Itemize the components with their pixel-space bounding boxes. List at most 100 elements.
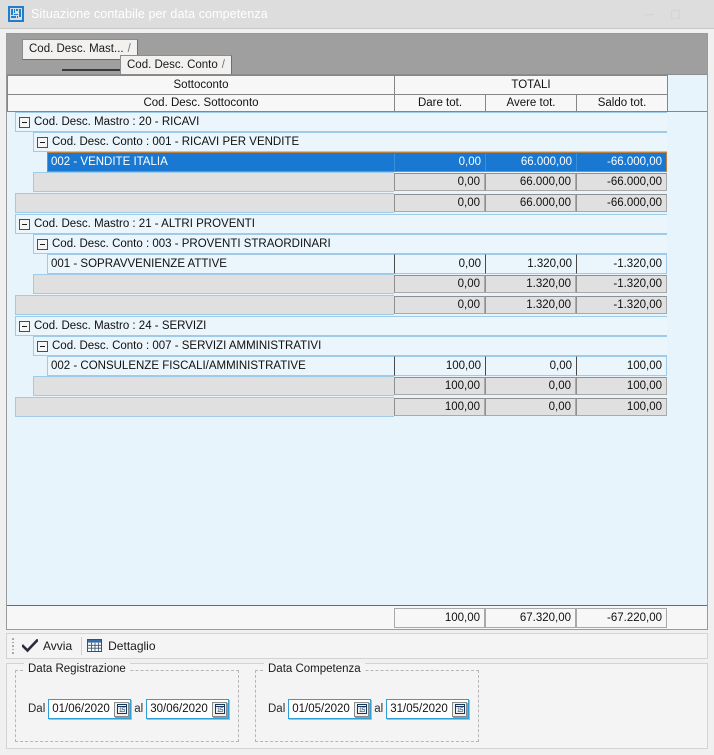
toolbar-grip[interactable] — [9, 638, 16, 654]
group-label-conto[interactable]: Cod. Desc. Conto : 001 - RICAVI PER VEND… — [33, 132, 667, 152]
row-avere: 1.320,00 — [485, 254, 576, 274]
group-label-conto-text: Cod. Desc. Conto : 003 - PROVENTI STRAOR… — [52, 238, 331, 250]
subtotal-filler — [33, 172, 394, 192]
subtotal-filler — [15, 193, 394, 213]
competenza-to-label: al — [374, 703, 384, 715]
calendar-icon[interactable]: 15 — [452, 701, 468, 717]
row-label: 002 - CONSULENZE FISCALI/AMMINISTRATIVE — [47, 356, 394, 376]
subtotal-conto-saldo: 100,00 — [576, 377, 667, 395]
group-row-conto[interactable]: Cod. Desc. Conto : 003 - PROVENTI STRAOR… — [7, 234, 707, 254]
table-row[interactable]: 002 - CONSULENZE FISCALI/AMMINISTRATIVE 1… — [7, 356, 707, 376]
window-title: Situazione contabile per data competenza — [31, 7, 268, 21]
grid-icon — [87, 639, 103, 652]
avvia-button[interactable]: Avvia — [19, 635, 79, 657]
calendar-icon[interactable]: 15 — [354, 701, 370, 717]
row-saldo: -1.320,00 — [576, 254, 667, 274]
column-header-dare-tot[interactable]: Dare tot. — [394, 94, 486, 112]
dettaglio-button[interactable]: Dettaglio — [84, 635, 162, 657]
competenza-to-input[interactable]: 31/05/2020 15 — [386, 699, 470, 719]
group-row-conto[interactable]: Cod. Desc. Conto : 007 - SERVIZI AMMINIS… — [7, 336, 707, 356]
group-indent — [7, 336, 33, 356]
column-header-sottoconto[interactable]: Sottoconto — [7, 75, 395, 95]
calendar-icon[interactable]: 15 — [212, 701, 228, 717]
registrazione-from-label: Dal — [28, 703, 46, 715]
calendar-icon[interactable]: 15 — [114, 701, 130, 717]
registrazione-to-input[interactable]: 30/06/2020 15 — [146, 699, 230, 719]
column-header-saldo-tot[interactable]: Saldo tot. — [576, 94, 668, 112]
column-header-totali[interactable]: TOTALI — [394, 75, 668, 95]
grid-header-filler — [668, 75, 707, 112]
group-label-mastro[interactable]: Cod. Desc. Mastro : 24 - SERVIZI — [15, 316, 667, 336]
data-competenza-legend: Data Competenza — [264, 663, 365, 675]
data-grid[interactable]: Sottoconto TOTALI Cod. Desc. Sottoconto … — [7, 74, 707, 629]
group-row-conto[interactable]: Cod. Desc. Conto : 001 - RICAVI PER VEND… — [7, 132, 707, 152]
row-label: 002 - VENDITE ITALIA — [47, 152, 394, 172]
grid-header: Sottoconto TOTALI Cod. Desc. Sottoconto … — [7, 75, 707, 112]
data-competenza-group: Data Competenza Dal 01/05/2020 15 al 31/… — [255, 663, 479, 742]
group-label-mastro-text: Cod. Desc. Mastro : 24 - SERVIZI — [34, 320, 207, 332]
subtotal-mastro-dare: 0,00 — [394, 296, 485, 314]
row-dare: 0,00 — [394, 254, 485, 274]
subtotal-conto-avere: 1.320,00 — [485, 275, 576, 293]
row-dare: 100,00 — [394, 356, 485, 376]
subtotal-mastro-saldo: 100,00 — [576, 398, 667, 416]
collapse-icon[interactable] — [37, 238, 48, 250]
column-header-cod-desc-sottoconto[interactable]: Cod. Desc. Sottoconto — [7, 94, 395, 112]
subtotal-conto-dare: 0,00 — [394, 275, 485, 293]
subtotal-conto-avere: 0,00 — [485, 377, 576, 395]
grid-rows[interactable]: Cod. Desc. Mastro : 20 - RICAVI Cod. Desc… — [7, 112, 707, 605]
competenza-to-value: 31/05/2020 — [390, 703, 448, 715]
group-row-mastro[interactable]: Cod. Desc. Mastro : 21 - ALTRI PROVENTI — [7, 214, 707, 234]
group-label-mastro[interactable]: Cod. Desc. Mastro : 21 - ALTRI PROVENTI — [15, 214, 667, 234]
collapse-icon[interactable] — [37, 136, 48, 148]
row-label: 001 - SOPRAVVENIENZE ATTIVE — [47, 254, 394, 274]
app-window: Situazione contabile per data competenza… — [0, 0, 714, 755]
group-label-mastro-text: Cod. Desc. Mastro : 21 - ALTRI PROVENTI — [34, 218, 255, 230]
table-row[interactable]: 002 - VENDITE ITALIA 0,00 66.000,00 -66.000… — [7, 152, 707, 172]
group-by-panel[interactable]: Cod. Desc. Mast... / Cod. Desc. Conto / — [7, 34, 707, 76]
row-indent — [7, 193, 15, 213]
collapse-icon[interactable] — [19, 218, 30, 230]
table-row[interactable]: 001 - SOPRAVVENIENZE ATTIVE 0,00 1.320,00-… — [7, 254, 707, 274]
row-saldo: 100,00 — [576, 356, 667, 376]
subtotal-mastro-saldo: -66.000,00 — [576, 194, 667, 212]
grand-total-row: 100,00 67.320,00 -67.220,00 — [7, 605, 707, 629]
group-chip-mastro-label: Cod. Desc. Mast... — [29, 43, 124, 55]
collapse-icon[interactable] — [37, 340, 48, 352]
column-header-avere-tot[interactable]: Avere tot. — [485, 94, 577, 112]
collapse-icon[interactable] — [19, 320, 30, 332]
app-barcode-icon — [8, 6, 24, 22]
minimize-button[interactable] — [636, 0, 662, 29]
subtotal-row-conto: 0,00 66.000,00 -66.000,00 — [7, 172, 707, 192]
subtotal-mastro-avere: 0,00 — [485, 398, 576, 416]
competenza-from-label: Dal — [268, 703, 286, 715]
close-button[interactable] — [688, 0, 714, 29]
row-indent — [7, 172, 33, 192]
group-label-conto-text: Cod. Desc. Conto : 007 - SERVIZI AMMINIS… — [52, 340, 322, 352]
group-chip-conto[interactable]: Cod. Desc. Conto / — [120, 55, 232, 76]
group-label-mastro-text: Cod. Desc. Mastro : 20 - RICAVI — [34, 116, 200, 128]
subtotal-conto-dare: 0,00 — [394, 173, 485, 191]
group-row-mastro[interactable]: Cod. Desc. Mastro : 20 - RICAVI — [7, 112, 707, 132]
group-label-conto-text: Cod. Desc. Conto : 001 - RICAVI PER VEND… — [52, 136, 300, 148]
group-label-conto[interactable]: Cod. Desc. Conto : 007 - SERVIZI AMMINIS… — [33, 336, 667, 356]
group-row-mastro[interactable]: Cod. Desc. Mastro : 24 - SERVIZI — [7, 316, 707, 336]
group-indent — [7, 214, 15, 234]
registrazione-to-value: 30/06/2020 — [150, 703, 208, 715]
subtotal-filler — [15, 295, 394, 315]
registrazione-from-input[interactable]: 01/06/2020 15 — [48, 699, 132, 719]
grand-total-dare: 100,00 — [394, 607, 485, 628]
row-indent — [7, 397, 15, 417]
group-indent — [7, 234, 33, 254]
subtotal-row-mastro: 0,00 66.000,00 -66.000,00 — [7, 193, 707, 213]
row-spacer — [7, 417, 667, 418]
collapse-icon[interactable] — [19, 116, 30, 128]
group-label-conto[interactable]: Cod. Desc. Conto : 003 - PROVENTI STRAOR… — [33, 234, 667, 254]
grand-total-saldo: -67.220,00 — [576, 607, 667, 628]
group-label-mastro[interactable]: Cod. Desc. Mastro : 20 - RICAVI — [15, 112, 667, 132]
maximize-button[interactable] — [662, 0, 688, 29]
toolbar-separator — [81, 637, 83, 655]
registrazione-from-value: 01/06/2020 — [52, 703, 110, 715]
subtotal-mastro-dare: 100,00 — [394, 398, 485, 416]
competenza-from-input[interactable]: 01/05/2020 15 — [288, 699, 372, 719]
